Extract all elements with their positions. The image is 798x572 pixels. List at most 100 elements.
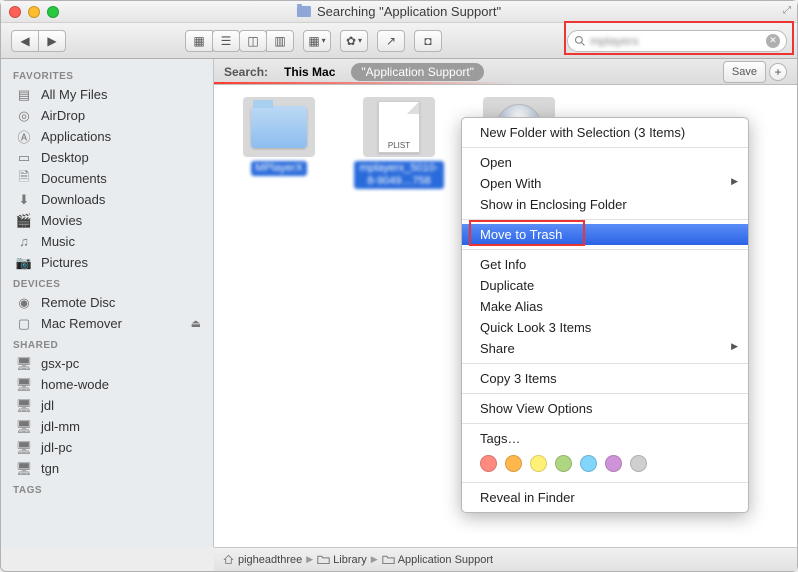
scope-this-mac[interactable]: This Mac bbox=[278, 63, 341, 81]
tag-purple[interactable] bbox=[605, 455, 622, 472]
close-window-button[interactable] bbox=[9, 6, 21, 18]
tag-yellow[interactable] bbox=[530, 455, 547, 472]
list-view-button[interactable]: ☰ bbox=[212, 30, 240, 52]
forward-button[interactable]: ▶ bbox=[38, 30, 66, 52]
minimize-window-button[interactable] bbox=[28, 6, 40, 18]
airdrop-icon: ◎ bbox=[15, 109, 33, 123]
computer-icon: 🖥 bbox=[15, 462, 33, 476]
pictures-icon: 📷 bbox=[15, 256, 33, 270]
menu-make-alias[interactable]: Make Alias bbox=[462, 296, 748, 317]
file-item-plist[interactable]: mplayerx_5010-8-9049…758 bbox=[354, 97, 444, 189]
sidebar-item-downloads[interactable]: ⬇Downloads bbox=[1, 189, 213, 210]
share-button[interactable]: ↗ bbox=[377, 30, 405, 52]
sidebar-item-movies[interactable]: 🎬Movies bbox=[1, 210, 213, 231]
sidebar-header-devices: DEVICES bbox=[1, 273, 213, 292]
sidebar: FAVORITES ▤All My Files ◎AirDrop ⒶApplic… bbox=[1, 59, 214, 547]
all-files-icon: ▤ bbox=[15, 88, 33, 102]
file-item-folder[interactable]: MPlayerX bbox=[234, 97, 324, 176]
folder-icon bbox=[382, 554, 395, 565]
path-crumb-appsupport[interactable]: Application Support bbox=[382, 554, 493, 566]
menu-duplicate[interactable]: Duplicate bbox=[462, 275, 748, 296]
sidebar-header-shared: SHARED bbox=[1, 334, 213, 353]
music-icon: ♫ bbox=[15, 235, 33, 249]
eject-icon[interactable]: ⏏ bbox=[191, 317, 201, 330]
menu-open[interactable]: Open bbox=[462, 152, 748, 173]
column-view-button[interactable]: ◫ bbox=[239, 30, 267, 52]
path-crumb-library[interactable]: Library bbox=[317, 554, 367, 566]
sidebar-header-favorites: FAVORITES bbox=[1, 65, 213, 84]
window-controls bbox=[9, 6, 59, 18]
menu-open-with[interactable]: Open With bbox=[462, 173, 748, 194]
tag-green[interactable] bbox=[555, 455, 572, 472]
folder-icon bbox=[317, 554, 330, 565]
view-mode-buttons: ▦ ☰ ◫ ▥ bbox=[185, 30, 293, 52]
sidebar-item-documents[interactable]: 🗎Documents bbox=[1, 168, 213, 189]
sidebar-item-home-wode[interactable]: 🖥home-wode bbox=[1, 374, 213, 395]
nav-buttons: ◀ ▶ bbox=[11, 30, 65, 52]
arrange-button[interactable]: ▦▾ bbox=[303, 30, 331, 52]
chevron-icon: ▶ bbox=[371, 554, 378, 565]
menu-get-info[interactable]: Get Info bbox=[462, 254, 748, 275]
chevron-icon: ▶ bbox=[306, 554, 313, 565]
menu-quick-look[interactable]: Quick Look 3 Items bbox=[462, 317, 748, 338]
action-button[interactable]: ✿▾ bbox=[340, 30, 368, 52]
tag-blue[interactable] bbox=[580, 455, 597, 472]
icon-view-button[interactable]: ▦ bbox=[185, 30, 213, 52]
sidebar-item-tgn[interactable]: 🖥tgn bbox=[1, 458, 213, 479]
movies-icon: 🎬 bbox=[15, 214, 33, 228]
sidebar-item-gsx-pc[interactable]: 🖥gsx-pc bbox=[1, 353, 213, 374]
file-label: mplayerx_5010-8-9049…758 bbox=[354, 161, 444, 189]
sidebar-item-airdrop[interactable]: ◎AirDrop bbox=[1, 105, 213, 126]
annotation-trash-highlight bbox=[469, 220, 585, 246]
computer-icon: 🖥 bbox=[15, 378, 33, 392]
sidebar-item-jdl-pc[interactable]: 🖥jdl-pc bbox=[1, 437, 213, 458]
sidebar-item-jdl-mm[interactable]: 🖥jdl-mm bbox=[1, 416, 213, 437]
back-button[interactable]: ◀ bbox=[11, 30, 39, 52]
folder-icon bbox=[297, 6, 311, 17]
folder-icon bbox=[251, 106, 307, 148]
menu-copy-items[interactable]: Copy 3 Items bbox=[462, 368, 748, 389]
menu-new-folder-selection[interactable]: New Folder with Selection (3 Items) bbox=[462, 122, 748, 143]
scope-app-support[interactable]: "Application Support" bbox=[351, 63, 484, 81]
menu-share[interactable]: Share bbox=[462, 338, 748, 359]
disc-icon: ◉ bbox=[15, 296, 33, 310]
path-crumb-home[interactable]: pigheadthree bbox=[222, 554, 302, 566]
tag-red[interactable] bbox=[480, 455, 497, 472]
sidebar-item-pictures[interactable]: 📷Pictures bbox=[1, 252, 213, 273]
fullscreen-icon[interactable]: ⤢ bbox=[783, 5, 791, 16]
sidebar-item-music[interactable]: ♫Music bbox=[1, 231, 213, 252]
drive-icon: ▢ bbox=[15, 317, 33, 331]
applications-icon: Ⓐ bbox=[15, 130, 33, 144]
menu-show-enclosing[interactable]: Show in Enclosing Folder bbox=[462, 194, 748, 215]
plist-icon bbox=[378, 101, 420, 153]
documents-icon: 🗎 bbox=[15, 172, 33, 186]
add-criteria-button[interactable]: + bbox=[769, 63, 787, 81]
sidebar-item-remote-disc[interactable]: ◉Remote Disc bbox=[1, 292, 213, 313]
computer-icon: 🖥 bbox=[15, 399, 33, 413]
coverflow-view-button[interactable]: ▥ bbox=[266, 30, 294, 52]
context-menu: New Folder with Selection (3 Items) Open… bbox=[461, 117, 749, 513]
menu-show-view-options[interactable]: Show View Options bbox=[462, 398, 748, 419]
search-scope-bar: Search: This Mac "Application Support" S… bbox=[214, 59, 797, 85]
annotation-search-highlight bbox=[564, 21, 794, 55]
sidebar-item-applications[interactable]: ⒶApplications bbox=[1, 126, 213, 147]
search-label: Search: bbox=[224, 65, 268, 79]
computer-icon: 🖥 bbox=[15, 357, 33, 371]
menu-reveal-in-finder[interactable]: Reveal in Finder bbox=[462, 487, 748, 508]
tag-orange[interactable] bbox=[505, 455, 522, 472]
tags-button[interactable]: ◘ bbox=[414, 30, 442, 52]
save-search-button[interactable]: Save bbox=[723, 61, 766, 83]
menu-tags[interactable]: Tags… bbox=[462, 428, 748, 449]
sidebar-item-desktop[interactable]: ▭Desktop bbox=[1, 147, 213, 168]
tag-gray[interactable] bbox=[630, 455, 647, 472]
sidebar-header-tags: TAGS bbox=[1, 479, 213, 498]
home-icon bbox=[222, 554, 235, 565]
sidebar-item-mac-remover[interactable]: ▢Mac Remover⏏ bbox=[1, 313, 213, 334]
zoom-window-button[interactable] bbox=[47, 6, 59, 18]
computer-icon: 🖥 bbox=[15, 441, 33, 455]
save-search-group: Save + bbox=[723, 61, 787, 83]
sidebar-item-all-my-files[interactable]: ▤All My Files bbox=[1, 84, 213, 105]
desktop-icon: ▭ bbox=[15, 151, 33, 165]
sidebar-item-jdl[interactable]: 🖥jdl bbox=[1, 395, 213, 416]
window-title-text: Searching "Application Support" bbox=[317, 4, 501, 19]
